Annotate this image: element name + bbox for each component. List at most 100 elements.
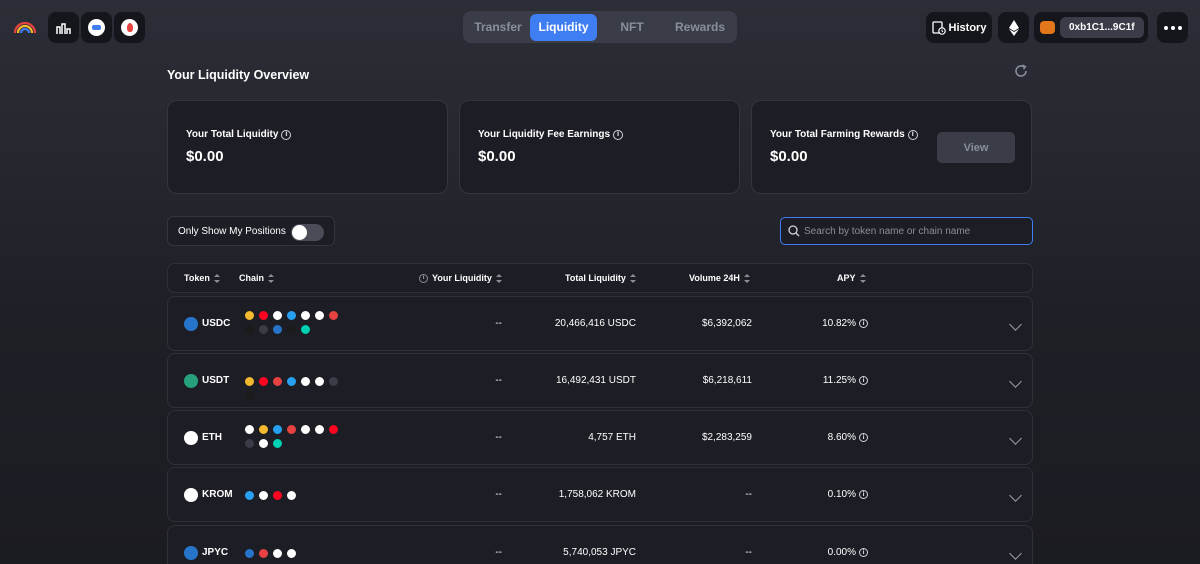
chain-icon[interactable] <box>244 490 255 501</box>
chevron-down-icon[interactable] <box>1009 375 1022 388</box>
token-cell: ETH <box>184 411 222 464</box>
chain-icon[interactable] <box>258 376 269 387</box>
info-icon[interactable]: i <box>281 129 292 140</box>
chain-icon[interactable] <box>258 310 269 321</box>
positions-toggle[interactable] <box>291 224 324 241</box>
view-rewards-button[interactable]: View <box>937 132 1015 163</box>
chain-icon[interactable] <box>300 324 311 335</box>
chain-icon[interactable] <box>286 324 297 335</box>
more-button[interactable] <box>1157 12 1188 43</box>
chain-icon[interactable] <box>286 424 297 435</box>
chain-icon[interactable] <box>272 376 283 387</box>
info-icon[interactable]: i <box>859 490 868 499</box>
info-icon[interactable]: i <box>859 319 868 328</box>
chain-icon[interactable] <box>258 438 269 449</box>
table-row[interactable]: ETH -- 4,757 ETH $2,283,259 8.60% i <box>167 410 1033 465</box>
chain-icon[interactable] <box>286 376 297 387</box>
token-cell: JPYC <box>184 526 228 564</box>
chain-icon[interactable] <box>258 324 269 335</box>
header-your-liquidity[interactable]: i Your Liquidity <box>419 273 502 283</box>
header-token[interactable]: Token <box>184 273 220 283</box>
your-liquidity-cell: -- <box>495 375 502 386</box>
chain-icon[interactable] <box>300 310 311 321</box>
chain-icon[interactable] <box>244 310 255 321</box>
header-your-liquidity-label: Your Liquidity <box>432 273 492 283</box>
table-row[interactable]: USDC -- 20,466,416 USDC $6,392,062 10.82… <box>167 296 1033 351</box>
header-total-liquidity[interactable]: Total Liquidity <box>565 273 636 283</box>
chain-icon[interactable] <box>244 376 255 387</box>
chart-icon <box>55 22 71 34</box>
info-icon[interactable]: i <box>859 376 868 385</box>
table-row[interactable]: USDT -- 16,492,431 USDT $6,218,611 11.25… <box>167 353 1033 408</box>
refresh-icon[interactable] <box>1013 63 1029 79</box>
chain-icon[interactable] <box>272 324 283 335</box>
chain-icon[interactable] <box>272 424 283 435</box>
chain-icon[interactable] <box>272 490 283 501</box>
token-icon <box>184 430 198 445</box>
chain-icon[interactable] <box>258 548 269 559</box>
info-icon[interactable]: i <box>613 129 624 140</box>
page-title: Your Liquidity Overview <box>167 68 310 82</box>
sort-icon <box>495 273 502 283</box>
chain-icon[interactable] <box>244 438 255 449</box>
header-apy-label: APY <box>837 273 856 283</box>
rainbow-logo-icon[interactable] <box>12 17 38 37</box>
chain-icon[interactable] <box>244 424 255 435</box>
chain-icon[interactable] <box>258 424 269 435</box>
wallet-button[interactable]: 0xb1C1...9C1f <box>1034 12 1148 43</box>
info-icon[interactable]: i <box>859 433 868 442</box>
info-icon[interactable]: i <box>419 273 428 283</box>
chain-icon[interactable] <box>258 490 269 501</box>
chain-icon[interactable] <box>272 438 283 449</box>
chain-icon[interactable] <box>286 310 297 321</box>
fox-icon <box>1040 21 1055 34</box>
your-liquidity-cell: -- <box>495 432 502 443</box>
network-button[interactable] <box>998 12 1029 43</box>
token-symbol: USDC <box>202 318 231 329</box>
chain-icon[interactable] <box>314 376 325 387</box>
chart-button[interactable] <box>48 12 79 43</box>
table-row[interactable]: KROM -- 1,758,062 KROM -- 0.10% i <box>167 467 1033 522</box>
chain-icon[interactable] <box>314 310 325 321</box>
info-icon[interactable]: i <box>859 548 868 557</box>
history-button[interactable]: History <box>926 12 992 43</box>
chain-icon[interactable] <box>328 310 339 321</box>
tab-nft[interactable]: NFT <box>597 14 667 41</box>
chain-icon[interactable] <box>244 324 255 335</box>
tab-transfer[interactable]: Transfer <box>466 14 530 41</box>
chain-icon[interactable] <box>272 548 283 559</box>
chain-icon[interactable] <box>328 376 339 387</box>
history-icon <box>931 20 946 35</box>
chevron-down-icon[interactable] <box>1009 547 1022 560</box>
chain-icon[interactable] <box>244 390 255 401</box>
apy-value: 10.82% <box>822 318 856 329</box>
total-liquidity-cell: 20,466,416 USDC <box>554 318 636 329</box>
chain-icons <box>244 376 348 401</box>
table-row[interactable]: JPYC -- 5,740,053 JPYC -- 0.00% i <box>167 525 1033 564</box>
chain-icon[interactable] <box>272 310 283 321</box>
token-icon <box>184 487 198 502</box>
tab-liquidity[interactable]: Liquidity <box>530 13 597 41</box>
header-volume-label: Volume 24H <box>689 273 740 283</box>
chain-icon[interactable] <box>286 490 297 501</box>
toggle-label: Only Show My Positions <box>178 225 286 237</box>
tab-rewards[interactable]: Rewards <box>667 14 733 41</box>
header-apy[interactable]: APY <box>837 273 866 283</box>
flame-button[interactable] <box>114 12 145 43</box>
fee-earnings-card: Your Liquidity Fee Earnings i $0.00 <box>459 100 740 194</box>
header-volume[interactable]: Volume 24H <box>689 273 750 283</box>
chain-icon[interactable] <box>314 424 325 435</box>
chain-icon[interactable] <box>300 376 311 387</box>
info-icon[interactable]: i <box>907 129 918 140</box>
chain-icon[interactable] <box>300 424 311 435</box>
card-value: $0.00 <box>186 148 224 165</box>
chevron-down-icon[interactable] <box>1009 489 1022 502</box>
chevron-down-icon[interactable] <box>1009 432 1022 445</box>
header-chain[interactable]: Chain <box>239 273 275 283</box>
chevron-down-icon[interactable] <box>1009 318 1022 331</box>
chain-icon[interactable] <box>328 424 339 435</box>
chain-icon[interactable] <box>286 548 297 559</box>
avatar-button[interactable] <box>81 12 112 43</box>
search-input[interactable] <box>804 225 1024 237</box>
chain-icon[interactable] <box>244 548 255 559</box>
